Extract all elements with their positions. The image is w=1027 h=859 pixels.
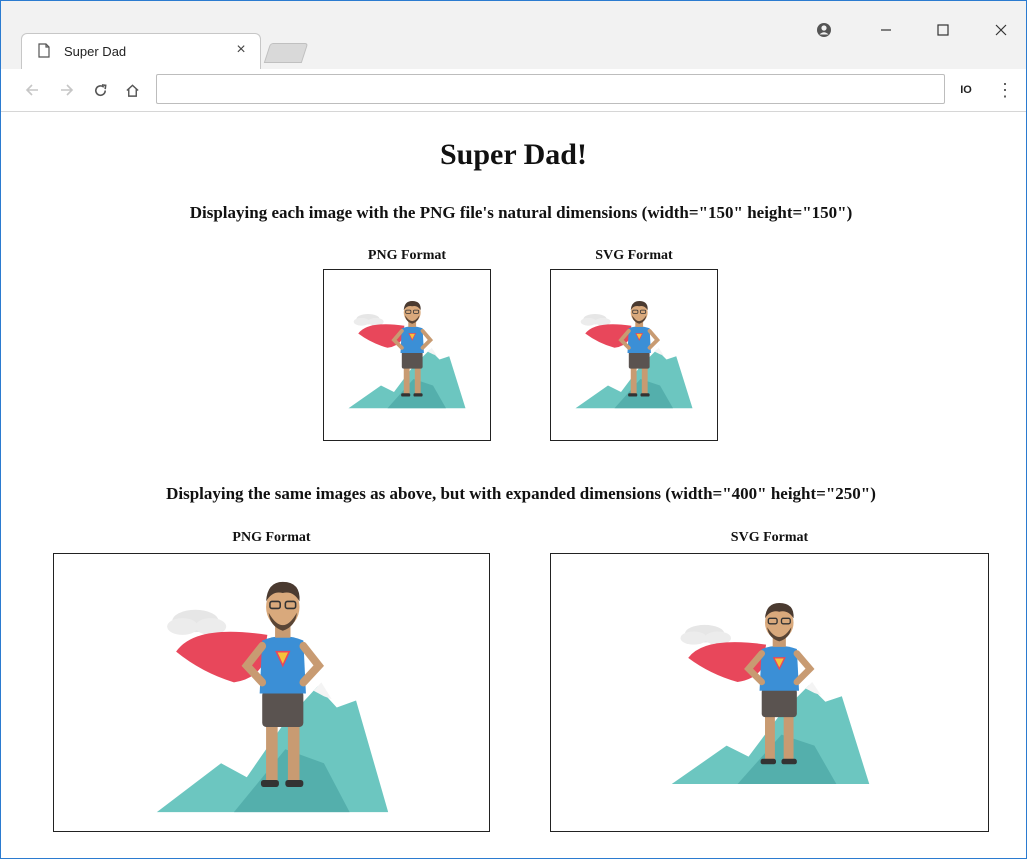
title-bar: Super Dad × xyxy=(1,1,1026,69)
browser-window: Super Dad × IO ⋮ Super Dad! Displaying e… xyxy=(0,0,1027,859)
reload-icon[interactable] xyxy=(89,79,111,101)
png-caption-small: PNG Format xyxy=(367,248,447,263)
tab-title: Super Dad xyxy=(64,44,127,59)
superhero-illustration xyxy=(575,301,693,409)
superhero-illustration xyxy=(348,301,466,409)
close-window-icon[interactable] xyxy=(986,15,1016,45)
home-icon[interactable] xyxy=(121,79,143,101)
section-heading-expanded: Displaying the same images as above, but… xyxy=(166,484,876,503)
superhero-illustration xyxy=(156,581,389,813)
tab-close-icon[interactable]: × xyxy=(232,41,250,59)
minimize-icon[interactable] xyxy=(871,15,901,45)
browser-tab[interactable]: Super Dad × xyxy=(21,33,261,69)
chrome-menu-icon[interactable]: ⋮ xyxy=(996,79,1014,101)
page-title: Super Dad! xyxy=(440,138,587,171)
document-icon xyxy=(38,43,50,63)
cloud-shape xyxy=(167,609,227,635)
cloud-shape xyxy=(353,314,384,326)
svg-caption-large: SVG Format xyxy=(730,530,809,545)
extension-icon[interactable]: IO xyxy=(956,81,976,99)
page-content: Super Dad! Displaying each image with th… xyxy=(1,112,1026,858)
superhero-illustration xyxy=(671,602,870,785)
cloud-shape xyxy=(580,314,611,326)
svg-image-small xyxy=(550,269,718,441)
cloud-shape xyxy=(680,624,731,645)
maximize-icon[interactable] xyxy=(928,15,958,45)
svg-caption-small: SVG Format xyxy=(595,248,673,263)
png-image-small xyxy=(323,269,491,441)
profile-icon[interactable] xyxy=(809,15,839,45)
browser-toolbar: IO ⋮ xyxy=(1,69,1026,112)
section-heading-natural: Displaying each image with the PNG file'… xyxy=(189,203,853,222)
png-image-large xyxy=(53,553,490,832)
svg-image-large xyxy=(550,553,989,832)
png-caption-large: PNG Format xyxy=(232,530,311,545)
new-tab-button[interactable] xyxy=(263,43,309,63)
address-bar[interactable] xyxy=(156,74,945,104)
back-icon[interactable] xyxy=(21,79,43,101)
forward-icon[interactable] xyxy=(56,79,78,101)
